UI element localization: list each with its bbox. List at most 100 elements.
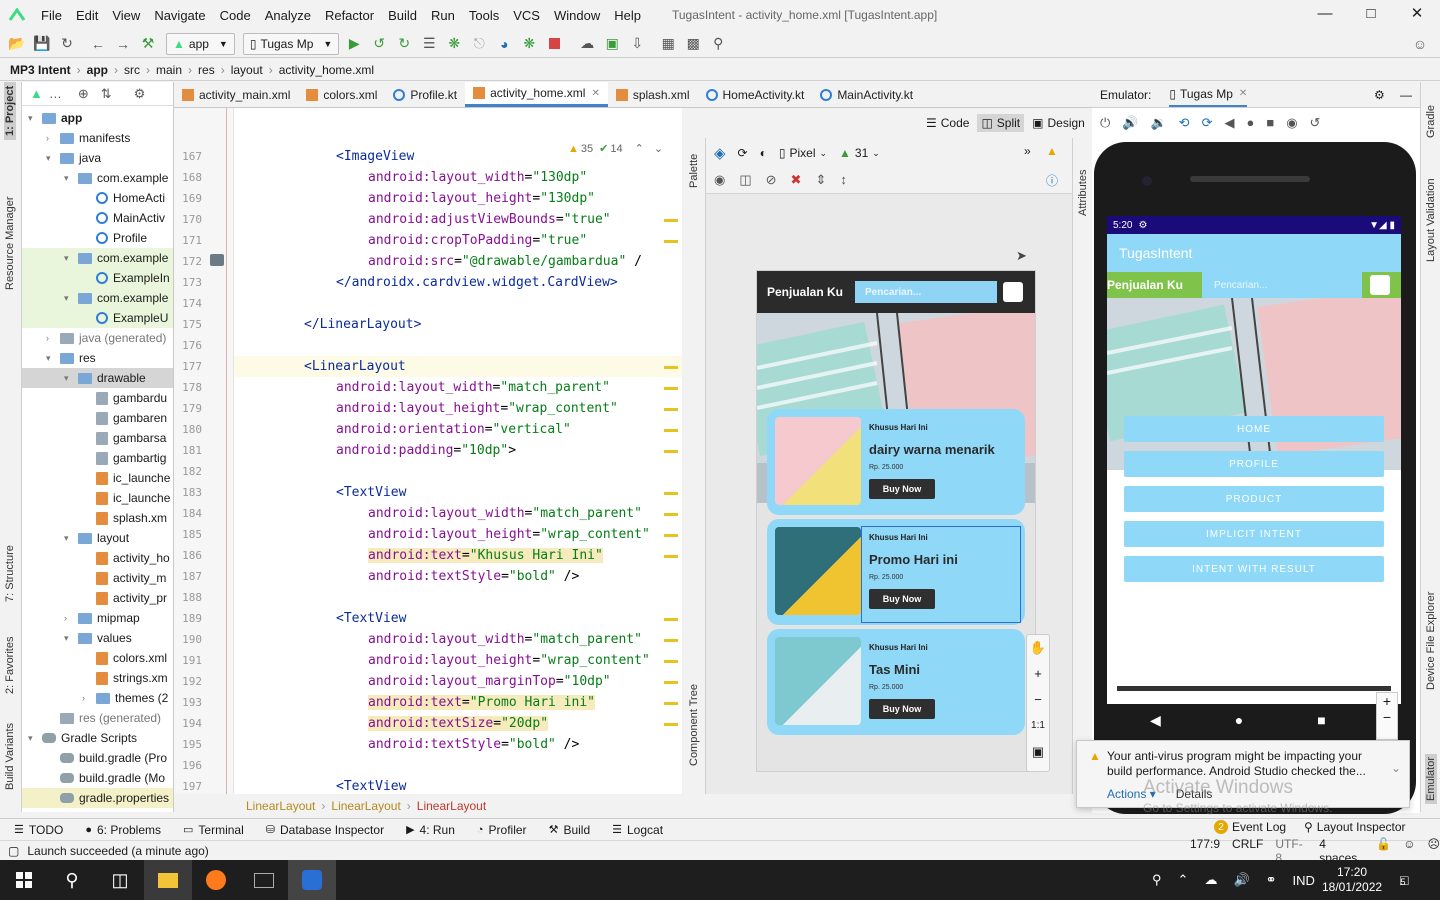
build-variants-tab[interactable]: Build Variants	[4, 723, 16, 790]
android-view-icon[interactable]: ▲	[30, 86, 43, 101]
profile-icon[interactable]: ◕	[493, 33, 515, 55]
module-selector[interactable]: ▲ app ▼	[166, 32, 235, 55]
device-manager-icon[interactable]: ▩	[682, 33, 704, 55]
bottom-tool-4[interactable]: ▶ 4: Run	[406, 823, 455, 837]
bottom-tool-6[interactable]: ⚒ Build	[549, 823, 591, 837]
hand-icon[interactable]: ✋	[1027, 635, 1049, 661]
notification-center-icon[interactable]: □5	[1400, 872, 1408, 888]
account-icon[interactable]: ☺	[1409, 33, 1431, 55]
home-circle-icon[interactable]: ●	[1246, 115, 1254, 131]
pan-tool-icon[interactable]: ➤	[1016, 248, 1027, 264]
tree-item[interactable]: build.gradle (Pro	[22, 748, 173, 768]
close-icon[interactable]: ✕	[1239, 88, 1247, 99]
xml-path-item[interactable]: LinearLayout	[331, 799, 400, 813]
tray-chevron-icon[interactable]: ⌃	[1178, 872, 1189, 888]
bottom-tool-3[interactable]: ⛁ Database Inspector	[266, 823, 384, 837]
minimize-panel-icon[interactable]: —	[1400, 88, 1412, 102]
bottom-tool-7[interactable]: ☰ Logcat	[612, 823, 663, 837]
tree-item[interactable]: ExampleIn	[22, 268, 173, 288]
rotate-icon[interactable]: ⟳	[738, 146, 748, 160]
overflow-icon[interactable]: »	[1024, 144, 1031, 158]
rotate-left-icon[interactable]: ⟲	[1179, 115, 1190, 131]
back-triangle-icon[interactable]: ◀	[1224, 115, 1234, 131]
preview-square-button[interactable]	[1003, 282, 1024, 302]
tree-item[interactable]: ▾ Gradle Scripts	[22, 728, 173, 748]
component-tree-tab[interactable]: Component Tree	[688, 684, 700, 766]
preview-search-field[interactable]: Pencarian...	[855, 281, 998, 303]
back-icon[interactable]: ←	[87, 33, 109, 55]
attributes-tab[interactable]: Attributes	[1077, 170, 1089, 216]
breadcrumb-item[interactable]: src	[124, 63, 140, 77]
menu-code[interactable]: Code	[213, 8, 258, 23]
tree-item[interactable]: gambardu	[22, 388, 173, 408]
device-file-explorer-tab[interactable]: Device File Explorer	[1425, 592, 1437, 690]
menu-build[interactable]: Build	[381, 8, 424, 23]
apply-code-icon[interactable]: ↻	[393, 33, 415, 55]
project-structure-icon[interactable]: ▦	[657, 33, 679, 55]
emulator-tool-tab[interactable]: Emulator	[1425, 753, 1437, 804]
tree-item[interactable]: ExampleU	[22, 308, 173, 328]
fit-screen-icon[interactable]: ▣	[1027, 739, 1049, 765]
inspection-widget[interactable]: ▲ 35 ✔ 14 ⌃ ⌄	[568, 142, 663, 156]
device-selector[interactable]: ▯ Tugas Mp ▼	[242, 32, 340, 55]
guidelines-icon[interactable]: ⇕	[815, 172, 826, 188]
sync-gradle-icon[interactable]: ☁	[576, 33, 598, 55]
run-list-icon[interactable]: ☰	[418, 33, 440, 55]
design-mode-button[interactable]: Design	[1047, 116, 1084, 130]
phone-screen[interactable]: 5:20 ⚙ ▼◢ ▮ TugasIntent Penjualan Ku Penca…	[1107, 216, 1401, 704]
expand-arrow-icon[interactable]: ▾	[46, 153, 56, 164]
rotate-right-icon[interactable]: ⟳	[1202, 115, 1213, 131]
emulator-nav-button[interactable]: HOME	[1124, 416, 1384, 442]
align-icon[interactable]: ↕	[840, 172, 847, 188]
build-hammer-icon[interactable]: ⚒	[137, 33, 159, 55]
camera-icon[interactable]: ◉	[1286, 115, 1297, 131]
emulator-nav-button[interactable]: INTENT WITH RESULT	[1124, 556, 1384, 582]
tree-item[interactable]: ▾ values	[22, 628, 173, 648]
product-card[interactable]: Khusus Hari Ini Tas Mini Rp. 25.000 Buy Now	[767, 629, 1025, 735]
settings-gear-icon[interactable]: ⚙	[1374, 88, 1385, 102]
status-toggle-icon[interactable]: ▢	[8, 844, 19, 858]
emulator-square-button[interactable]	[1370, 275, 1390, 295]
expand-arrow-icon[interactable]: ▾	[28, 113, 38, 124]
expand-arrow-icon[interactable]: ▾	[64, 253, 74, 264]
chevron-down-icon[interactable]: ⌄	[1391, 761, 1401, 775]
tree-item[interactable]: activity_m	[22, 568, 173, 588]
layers-icon[interactable]: ◈	[714, 144, 726, 162]
sdk-manager-icon[interactable]: ⇩	[626, 33, 648, 55]
settings-gear-icon[interactable]: ⚙	[134, 86, 146, 102]
clock[interactable]: 17:20 18/01/2022	[1322, 865, 1382, 895]
tree-item[interactable]: ▾ com.example	[22, 248, 173, 268]
apply-changes-icon[interactable]: ↺	[368, 33, 390, 55]
expand-arrow-icon[interactable]: ▾	[64, 173, 74, 184]
windows-start-icon[interactable]	[0, 860, 48, 900]
overview-square-icon[interactable]: ■	[1317, 712, 1325, 729]
firefox-icon[interactable]	[192, 860, 240, 900]
people-icon[interactable]: ⚲	[1152, 872, 1162, 888]
eye-icon[interactable]: ◉	[714, 172, 725, 188]
attach-process-icon[interactable]: ❋	[518, 33, 540, 55]
tree-item[interactable]: ▾ res	[22, 348, 173, 368]
editor-tab[interactable]: Profile.kt	[385, 82, 465, 107]
language-indicator[interactable]: IND	[1293, 873, 1315, 888]
breadcrumb-item[interactable]: layout	[231, 63, 263, 77]
chevron-up-icon[interactable]: ⌃	[635, 142, 644, 155]
avd-manager-icon[interactable]: ▣	[601, 33, 623, 55]
volume-up-icon[interactable]: 🔊	[1122, 115, 1138, 131]
run-icon[interactable]: ▶	[343, 33, 365, 55]
expand-arrow-icon[interactable]: ▾	[64, 633, 74, 644]
emulator-nav-button[interactable]: PROFILE	[1124, 451, 1384, 477]
xml-path-item[interactable]: LinearLayout	[417, 799, 486, 813]
volume-down-icon[interactable]: 🔉	[1150, 115, 1166, 131]
expand-arrow-icon[interactable]: ›	[46, 133, 56, 143]
power-icon[interactable]: ⏻	[1100, 115, 1110, 131]
back-triangle-icon[interactable]: ◀	[1150, 712, 1161, 729]
overview-square-icon[interactable]: ■	[1266, 115, 1274, 131]
tree-item[interactable]: ▾ layout	[22, 528, 173, 548]
wifi-icon[interactable]: ⚭	[1266, 872, 1277, 888]
zoom-in-icon[interactable]: +	[1027, 661, 1049, 687]
tree-item[interactable]: ▾ java	[22, 148, 173, 168]
editor-tab[interactable]: HomeActivity.kt	[698, 82, 813, 107]
bottom-tool-1[interactable]: ● 6: Problems	[85, 823, 161, 837]
search-icon[interactable]: ⚲	[48, 860, 96, 900]
stop-icon[interactable]	[543, 33, 565, 55]
